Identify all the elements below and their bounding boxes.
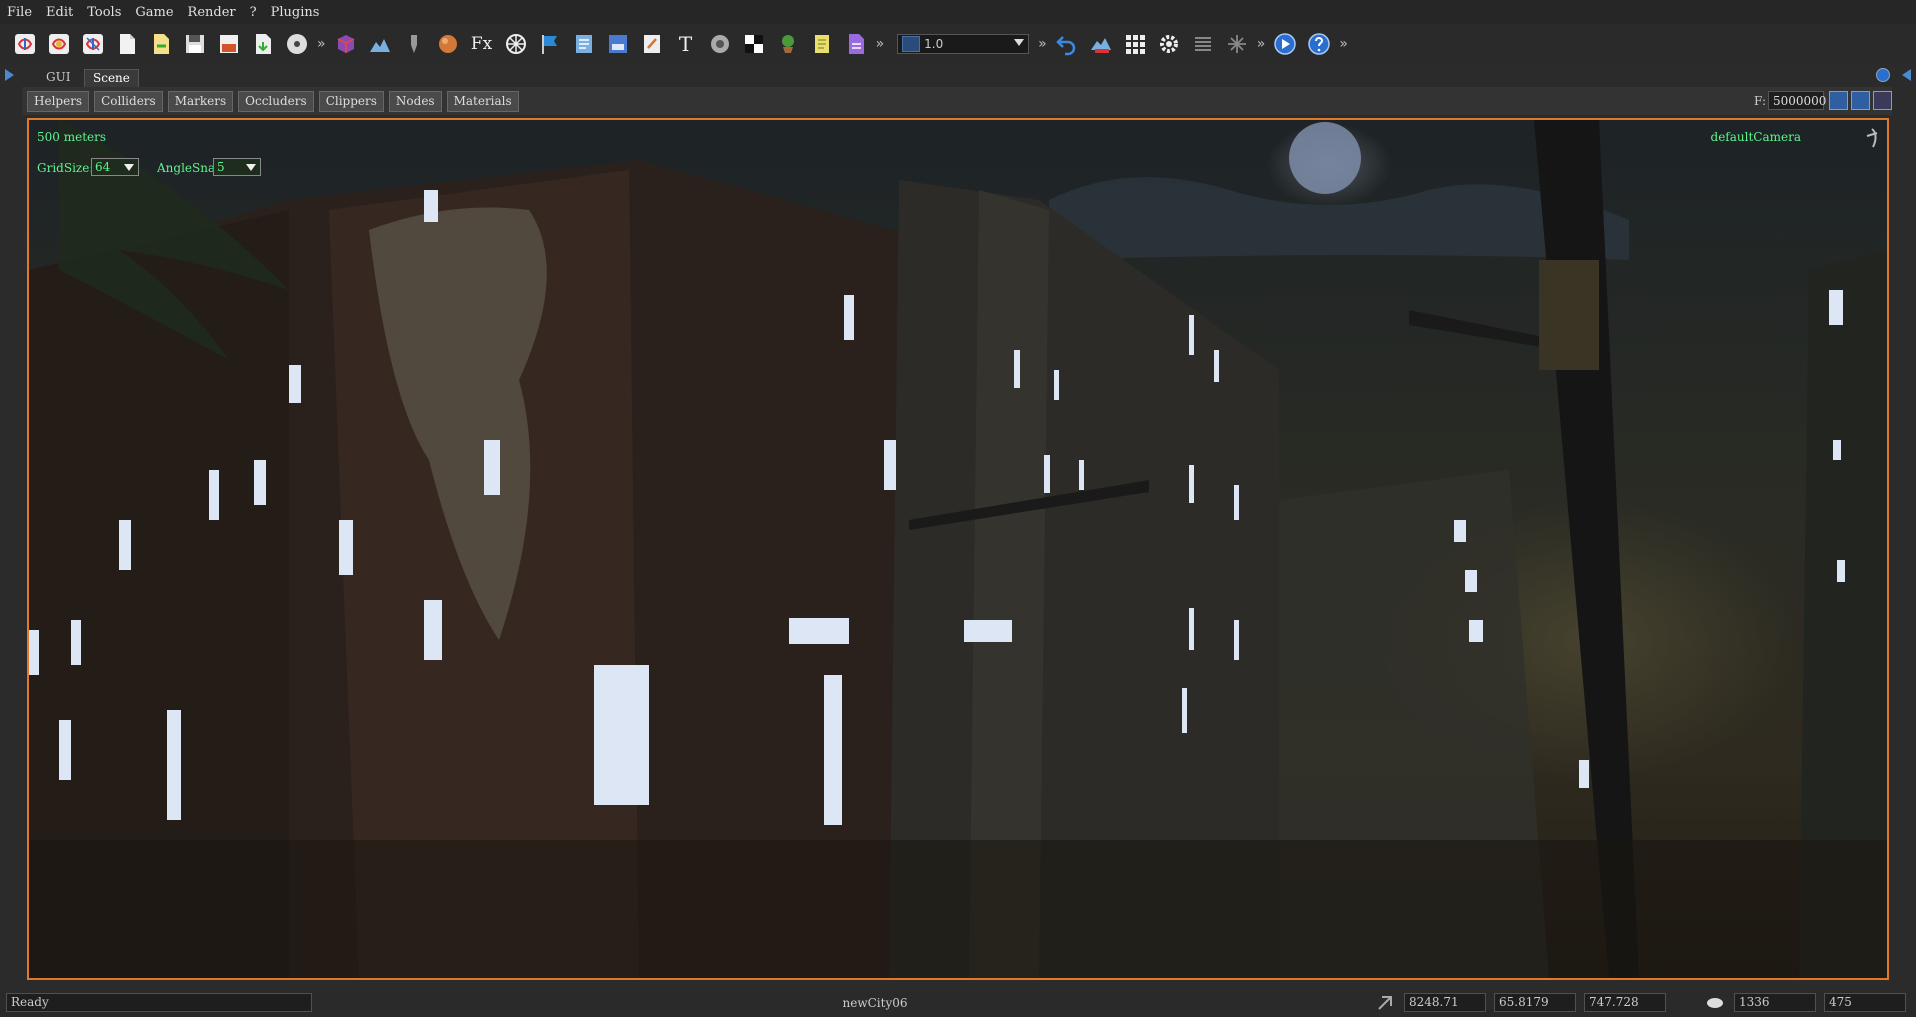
main-toolbar: » Fx T » 1.0 » » » [0,24,1916,64]
filter-markers-button[interactable]: Markers [168,91,233,112]
toolbar-overflow-chevron-4[interactable]: » [1257,36,1266,52]
menu-help[interactable]: ? [243,5,264,20]
menu-plugins[interactable]: Plugins [264,5,327,20]
terrain-icon[interactable] [366,30,394,58]
status-bar: Ready newCity06 8248.71 65.8179 747.728 … [0,990,1916,1017]
list-icon[interactable] [1189,30,1217,58]
save-project-icon[interactable] [79,30,107,58]
filter-materials-button[interactable]: Materials [447,91,519,112]
scene-render [29,120,1887,978]
menu-tools[interactable]: Tools [80,5,128,20]
note-icon[interactable] [808,30,836,58]
toolbar-overflow-chevron-3[interactable]: » [1038,36,1047,52]
new-file-icon[interactable] [113,30,141,58]
camera-name[interactable]: defaultCamera [1711,130,1801,144]
toolbar-overflow-chevron-2[interactable]: » [876,36,885,52]
new-project-icon[interactable] [11,30,39,58]
import-icon[interactable] [249,30,277,58]
chevron-down-icon [124,164,134,171]
position-z: 747.728 [1584,993,1666,1012]
toolbar-overflow-chevron-5[interactable]: » [1339,36,1348,52]
cube-icon[interactable] [332,30,360,58]
toolbar-overflow-chevron[interactable]: » [317,36,326,52]
terrain-tool-icon[interactable] [1087,30,1115,58]
refresh-icon[interactable] [1829,91,1848,110]
position-icon [1376,994,1394,1012]
open-project-icon[interactable] [45,30,73,58]
zoom-icon [902,36,920,52]
notepad-icon[interactable] [638,30,666,58]
filter-bar: Helpers Colliders Markers Occluders Clip… [22,87,1892,115]
chevron-down-icon [1014,39,1024,46]
widget-icon[interactable] [604,30,632,58]
menu-edit[interactable]: Edit [39,5,80,20]
grid-size-label: GridSize: [37,161,93,175]
menu-file[interactable]: File [0,5,39,20]
status-text: Ready [6,993,312,1012]
grid-icon[interactable] [1121,30,1149,58]
tab-scene[interactable]: Scene [84,69,139,87]
position-x: 8248.71 [1404,993,1486,1012]
sphere-icon[interactable] [434,30,462,58]
expand-left-icon[interactable] [5,69,14,81]
save-icon[interactable] [181,30,209,58]
wheel-icon[interactable] [502,30,530,58]
gear-icon[interactable] [1155,30,1183,58]
expand-right-icon[interactable] [1902,69,1911,81]
filter-occluders-button[interactable]: Occluders [238,91,314,112]
text-icon[interactable]: T [672,30,700,58]
menu-game[interactable]: Game [128,5,180,20]
viewport-height: 475 [1824,993,1906,1012]
scene-viewport[interactable]: 500 meters GridSize: 64 AngleSnap: 5 def… [27,118,1889,980]
far-clip-input[interactable]: 5000000 [1768,91,1824,110]
grid-size-select[interactable]: 64 [91,158,139,176]
save-as-icon[interactable] [215,30,243,58]
filter-helpers-button[interactable]: Helpers [27,91,89,112]
viewport-width: 1336 [1734,993,1816,1012]
angle-snap-select[interactable]: 5 [213,158,261,176]
tab-gui[interactable]: GUI [38,69,78,86]
resolution-icon [1706,994,1724,1012]
position-y: 65.8179 [1494,993,1576,1012]
filter-clippers-button[interactable]: Clippers [319,91,384,112]
menu-bar: File Edit Tools Game Render ? Plugins [0,0,1916,24]
document-icon[interactable] [570,30,598,58]
far-clip-label: F: [1754,94,1766,108]
menu-render[interactable]: Render [181,5,243,20]
checker-icon[interactable] [740,30,768,58]
play-icon[interactable] [1271,30,1299,58]
tab-row: GUI Scene [0,66,1916,86]
fx-icon[interactable]: Fx [468,30,496,58]
script-icon[interactable] [842,30,870,58]
open-file-icon[interactable] [147,30,175,58]
filter-nodes-button[interactable]: Nodes [389,91,442,112]
disc-icon[interactable] [283,30,311,58]
settings-icon[interactable] [1873,91,1892,110]
chevron-down-icon [246,164,256,171]
camera-icon[interactable] [1851,91,1870,110]
ring-icon[interactable] [1876,68,1890,82]
filter-colliders-button[interactable]: Colliders [94,91,163,112]
distance-readout: 500 meters [37,130,106,144]
help-icon[interactable] [1305,30,1333,58]
snowflake-icon[interactable] [1223,30,1251,58]
undo-icon[interactable] [1053,30,1081,58]
zoom-value: 1.0 [924,37,943,51]
flag-icon[interactable] [536,30,564,58]
plant-icon[interactable] [774,30,802,58]
zoom-select[interactable]: 1.0 [897,34,1029,54]
camera-menu-icon[interactable] [1865,128,1879,150]
paint-icon[interactable] [400,30,428,58]
speaker-icon[interactable] [706,30,734,58]
scene-name: newCity06 [800,996,950,1010]
